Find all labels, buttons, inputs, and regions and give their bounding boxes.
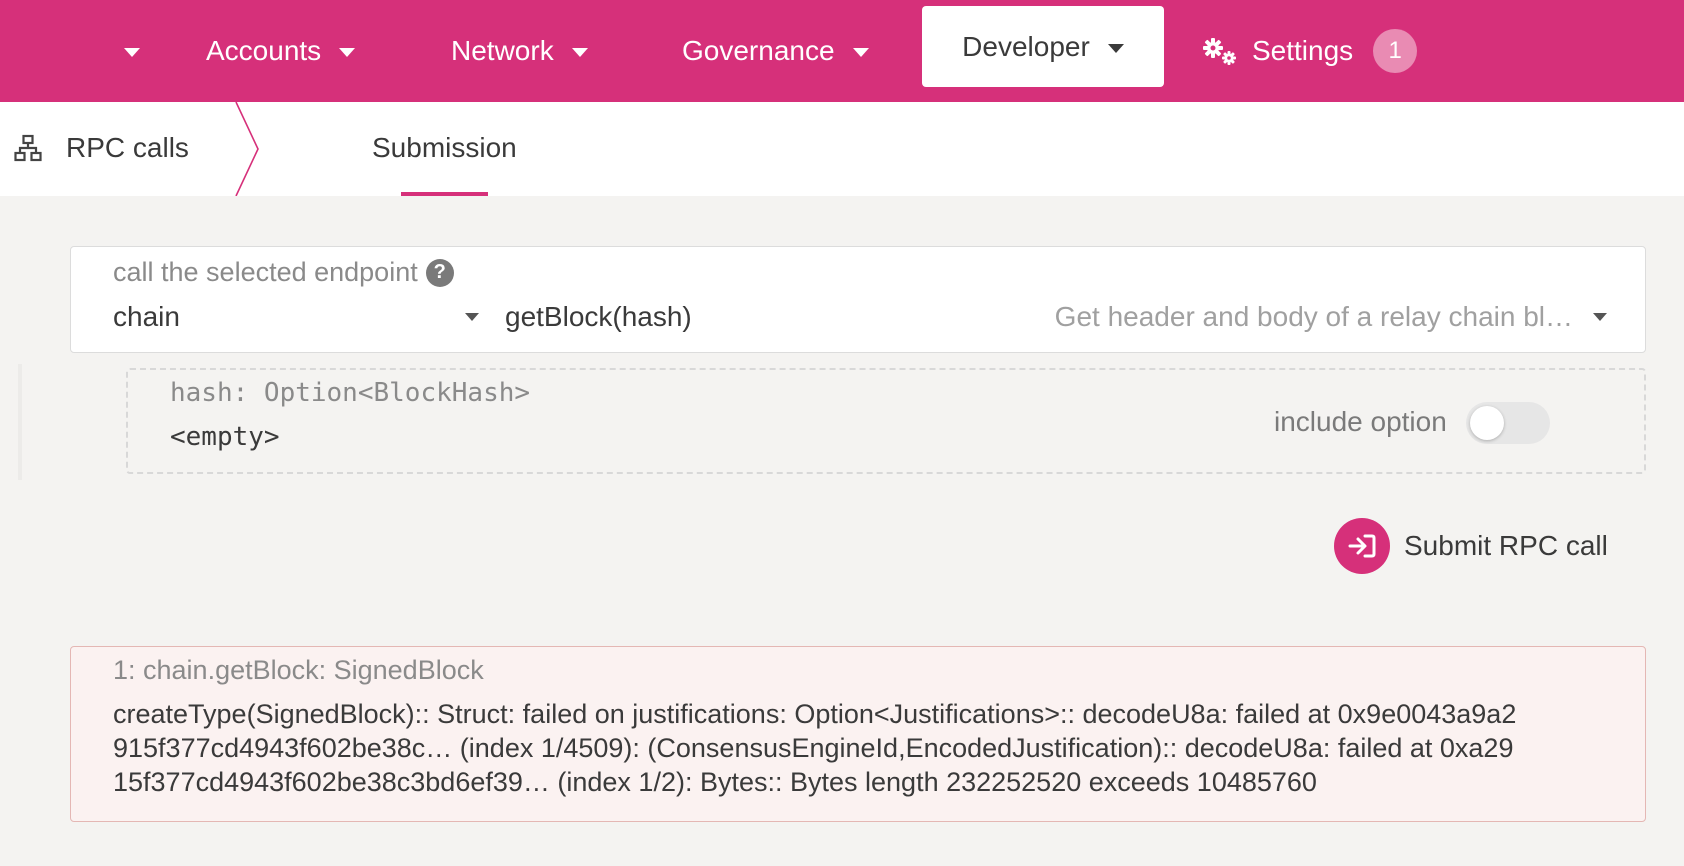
chevron-down-icon	[1107, 43, 1124, 53]
notification-badge: 1	[1373, 29, 1418, 73]
method-value: getBlock(hash)	[505, 301, 692, 332]
toggle-knob	[1470, 406, 1504, 440]
endpoint-label-text: call the selected endpoint	[113, 257, 418, 287]
top-nav: Accounts Network Governance Developer Se…	[0, 0, 1684, 102]
section-value: chain	[113, 301, 180, 332]
nav-menu-dropdown[interactable]	[124, 0, 140, 102]
include-option-label: include option	[1274, 406, 1447, 437]
param-label: hash: Option<BlockHash>	[170, 378, 531, 408]
breadcrumb-separator-icon	[235, 102, 259, 196]
endpoint-selector: call the selected endpoint ? chain getBl…	[70, 246, 1646, 353]
nav-governance[interactable]: Governance	[682, 0, 869, 102]
param-value: <empty>	[170, 422, 280, 452]
chevron-down-icon	[465, 313, 479, 321]
help-icon[interactable]: ?	[425, 258, 454, 287]
chevron-down-icon	[124, 48, 140, 57]
method-dropdown[interactable]: getBlock(hash) Get header and body of a …	[505, 297, 1629, 337]
nav-settings[interactable]: Settings 1	[1202, 0, 1418, 102]
active-tab-indicator	[401, 192, 488, 196]
result-line: 15f377cd4943f602be38c3bd6ef39… (index 1/…	[113, 767, 1317, 797]
hash-param-box: hash: Option<BlockHash> <empty> include …	[126, 368, 1646, 474]
result-line: createType(SignedBlock):: Struct: failed…	[113, 699, 1517, 729]
param-gutter	[18, 364, 22, 480]
chevron-down-icon	[1593, 313, 1607, 321]
network-icon	[14, 134, 42, 162]
nav-network[interactable]: Network	[451, 0, 588, 102]
include-option-toggle[interactable]	[1466, 402, 1550, 444]
page-title: RPC calls	[66, 132, 189, 163]
endpoint-label: call the selected endpoint ?	[113, 257, 454, 288]
result-title: 1: chain.getBlock: SignedBlock	[113, 655, 484, 685]
nav-governance-label: Governance	[682, 35, 835, 66]
submit-label: Submit RPC call	[1404, 530, 1608, 561]
section-dropdown[interactable]: chain	[113, 297, 479, 337]
submit-rpc-button[interactable]: Submit RPC call	[1334, 518, 1608, 574]
rpc-result-error: 1: chain.getBlock: SignedBlock createTyp…	[70, 646, 1646, 822]
chevron-down-icon	[339, 48, 356, 57]
nav-settings-label: Settings	[1252, 35, 1354, 66]
result-line: 915f377cd4943f602be38c… (index 1/4509): …	[113, 733, 1514, 763]
nav-accounts-label: Accounts	[206, 35, 322, 66]
gear-icon	[1203, 38, 1236, 65]
nav-developer-label: Developer	[962, 30, 1090, 62]
chevron-down-icon	[852, 48, 869, 57]
nav-accounts[interactable]: Accounts	[206, 0, 356, 102]
method-description: Get header and body of a relay chain bl…	[1054, 301, 1573, 332]
nav-network-label: Network	[451, 35, 554, 66]
tab-submission[interactable]: Submission	[372, 132, 517, 164]
submit-arrow-icon	[1334, 518, 1390, 574]
nav-developer[interactable]: Developer	[922, 6, 1164, 87]
sub-nav: RPC calls Submission	[0, 102, 1684, 196]
chevron-down-icon	[571, 48, 588, 57]
result-message: createType(SignedBlock):: Struct: failed…	[113, 697, 1603, 799]
